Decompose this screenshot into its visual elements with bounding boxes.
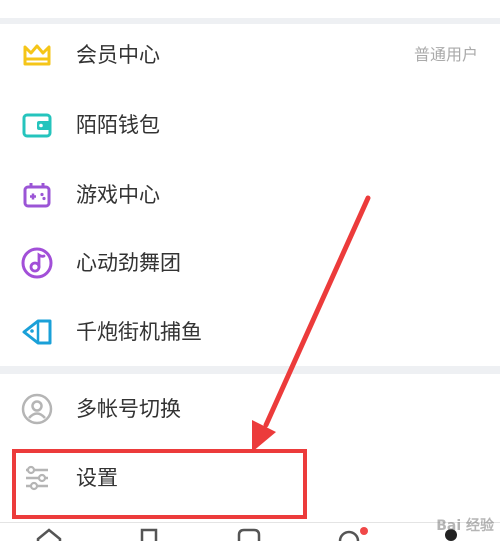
top-edge [0, 0, 500, 18]
menu-label: 多帐号切换 [76, 397, 181, 421]
menu-item-wallet[interactable]: 陌陌钱包 [0, 94, 500, 154]
wallet-icon [20, 108, 54, 142]
menu-label: 心动劲舞团 [76, 251, 181, 275]
crown-icon [20, 38, 54, 72]
bookmark-icon[interactable] [134, 527, 164, 541]
menu-section-main: 会员中心 普通用户 陌陌钱包 游戏中心 心动劲舞团 千炮街机捕鱼 [0, 24, 500, 366]
section-divider [0, 366, 500, 374]
watermark: Bai 经验 [436, 518, 494, 534]
settings-sliders-icon [20, 461, 54, 495]
menu-label: 会员中心 [76, 43, 160, 67]
menu-item-account-switch[interactable]: 多帐号切换 [0, 378, 500, 438]
menu-label: 设置 [76, 466, 118, 490]
menu-label: 游戏中心 [76, 183, 160, 207]
gamepad-icon [20, 178, 54, 212]
menu-item-game-center[interactable]: 游戏中心 [0, 164, 500, 224]
membership-status: 普通用户 [413, 45, 478, 64]
fish-icon [20, 315, 54, 349]
account-switch-icon [20, 392, 54, 426]
location-icon[interactable] [334, 527, 368, 541]
notification-badge [360, 527, 368, 535]
menu-label: 千炮街机捕鱼 [76, 320, 202, 344]
menu-label: 陌陌钱包 [76, 113, 160, 137]
home-icon[interactable] [34, 527, 64, 541]
menu-item-fishing-game[interactable]: 千炮街机捕鱼 [0, 301, 500, 361]
menu-section-account: 多帐号切换 设置 [0, 374, 500, 522]
music-note-icon [20, 246, 54, 280]
menu-item-settings[interactable]: 设置 [0, 447, 500, 507]
menu-item-vip-center[interactable]: 会员中心 普通用户 [0, 24, 500, 84]
chat-icon[interactable] [234, 527, 264, 541]
menu-item-dance[interactable]: 心动劲舞团 [0, 232, 500, 292]
bottom-nav [0, 522, 500, 541]
